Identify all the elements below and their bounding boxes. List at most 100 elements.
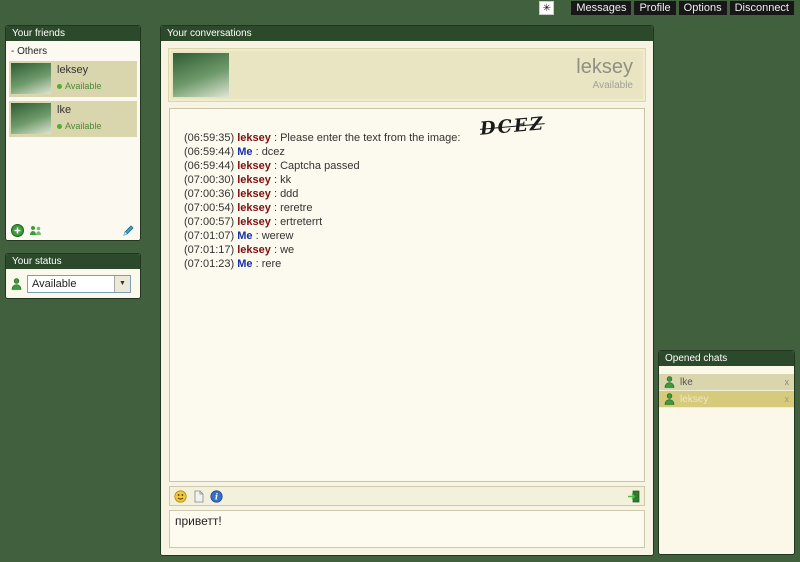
friends-panel-body: - Others leksey Available lke — [6, 41, 140, 240]
chat-message: (06:59:35) leksey : Please enter the tex… — [184, 131, 634, 145]
status-panel-title: Your status — [6, 254, 140, 269]
contact-name: leksey — [229, 56, 633, 78]
friend-name: leksey — [57, 64, 101, 76]
message-time: (07:01:23) — [184, 258, 234, 270]
opened-chats-body: lke x leksey x — [659, 366, 794, 554]
message-time: (06:59:35) — [184, 132, 234, 144]
captcha-image: DCEZ — [479, 119, 544, 135]
close-icon[interactable]: x — [785, 377, 790, 387]
message-text: rere — [262, 258, 282, 270]
buddy-icon — [11, 278, 22, 290]
chat-message: (07:00:30) leksey : kk — [184, 173, 634, 187]
message-text: reretre — [280, 202, 312, 214]
contact-status: Available — [229, 80, 633, 91]
message-sender: leksey — [237, 132, 271, 144]
chat-message: (07:00:54) leksey : reretre — [184, 201, 634, 215]
buddy-icon — [664, 376, 675, 388]
status-dot-icon — [57, 84, 62, 89]
svg-text:i: i — [215, 491, 218, 501]
opened-chat-name: leksey — [680, 394, 708, 405]
message-time: (07:00:30) — [184, 174, 234, 186]
opened-chat-name: lke — [680, 377, 693, 388]
message-text: werew — [262, 230, 294, 242]
leave-conversation-icon[interactable] — [627, 490, 640, 503]
conversations-panel-body: leksey Available (06:59:35) leksey : Ple… — [161, 41, 653, 555]
chat-message: (07:01:17) leksey : we — [184, 243, 634, 257]
close-icon[interactable]: x — [785, 394, 790, 404]
message-text: dcez — [262, 146, 285, 158]
buddy-icon — [664, 393, 675, 405]
message-sender: leksey — [237, 160, 271, 172]
edit-icon[interactable] — [122, 224, 135, 237]
friend-avatar — [11, 103, 51, 134]
contact-avatar — [173, 53, 229, 97]
input-area: приветт! — [169, 510, 645, 548]
add-group-icon[interactable] — [29, 224, 42, 237]
topbar: ✳ Messages Profile Options Disconnect — [539, 1, 794, 15]
status-dot-icon — [57, 124, 62, 129]
message-input[interactable]: приветт! — [169, 510, 645, 548]
message-time: (07:01:17) — [184, 244, 234, 256]
opened-chat-leksey[interactable]: leksey x — [659, 391, 794, 408]
options-button[interactable]: Options — [679, 1, 727, 15]
status-panel: Your status Available ▼ — [5, 253, 141, 299]
friend-avatar — [11, 63, 51, 94]
friends-group-label[interactable]: - Others — [9, 44, 137, 61]
friend-status: Available — [57, 121, 101, 131]
message-sender: Me — [237, 146, 252, 158]
profile-button[interactable]: Profile — [634, 1, 675, 15]
chevron-down-icon[interactable]: ▼ — [114, 276, 130, 292]
status-panel-body: Available ▼ — [6, 269, 140, 298]
chat-message: (07:01:07) Me : werew — [184, 229, 634, 243]
friend-name: lke — [57, 104, 101, 116]
info-icon[interactable]: i — [210, 490, 223, 503]
conversations-panel: Your conversations leksey Available (06:… — [160, 25, 654, 556]
chat-message: (07:01:23) Me : rere — [184, 257, 634, 271]
conversations-panel-title: Your conversations — [161, 26, 653, 41]
message-time: (07:00:57) — [184, 216, 234, 228]
message-text: Please enter the text from the image: — [280, 132, 460, 144]
message-time: (06:59:44) — [184, 146, 234, 158]
message-sender: leksey — [237, 202, 271, 214]
asterisk-icon[interactable]: ✳ — [539, 1, 554, 15]
friends-panel: Your friends - Others leksey Available l… — [5, 25, 141, 241]
message-text: ddd — [280, 188, 298, 200]
message-sender: Me — [237, 230, 252, 242]
disconnect-button[interactable]: Disconnect — [730, 1, 794, 15]
add-contact-icon[interactable] — [11, 224, 24, 237]
message-list: (06:59:35) leksey : Please enter the tex… — [169, 108, 645, 482]
friends-panel-title: Your friends — [6, 26, 140, 41]
message-time: (07:00:36) — [184, 188, 234, 200]
friend-status-label: Available — [65, 121, 101, 131]
send-file-icon[interactable] — [192, 490, 205, 503]
message-time: (07:01:07) — [184, 230, 234, 242]
message-sender: leksey — [237, 244, 271, 256]
friend-status-label: Available — [65, 81, 101, 91]
chat-message: (07:00:36) leksey : ddd — [184, 187, 634, 201]
status-select[interactable]: Available ▼ — [27, 275, 131, 293]
friend-status: Available — [57, 81, 101, 91]
opened-chat-lke[interactable]: lke x — [659, 374, 794, 391]
conversation-contact-header: leksey Available — [169, 49, 645, 101]
message-sender: leksey — [237, 216, 271, 228]
opened-chats-panel: Opened chats lke x leksey x — [658, 350, 795, 555]
message-time: (06:59:44) — [184, 160, 234, 172]
message-text: Captcha passed — [280, 160, 360, 172]
message-text: we — [280, 244, 294, 256]
emoticon-icon[interactable] — [174, 490, 187, 503]
friend-leksey[interactable]: leksey Available — [9, 61, 137, 97]
messages-button[interactable]: Messages — [571, 1, 631, 15]
message-sender: leksey — [237, 174, 271, 186]
chat-message: (06:59:44) leksey : Captcha passed — [184, 159, 634, 173]
message-text: kk — [280, 174, 291, 186]
message-sender: leksey — [237, 188, 271, 200]
friend-lke[interactable]: lke Available — [9, 101, 137, 137]
chat-message: (06:59:44) Me : dcez — [184, 145, 634, 159]
friends-toolbar — [11, 224, 135, 237]
message-sender: Me — [237, 258, 252, 270]
chat-toolbar: i — [169, 486, 645, 506]
message-time: (07:00:54) — [184, 202, 234, 214]
message-text: ertreterrt — [280, 216, 322, 228]
chat-message: (07:00:57) leksey : ertreterrt — [184, 215, 634, 229]
opened-chats-title: Opened chats — [659, 351, 794, 366]
